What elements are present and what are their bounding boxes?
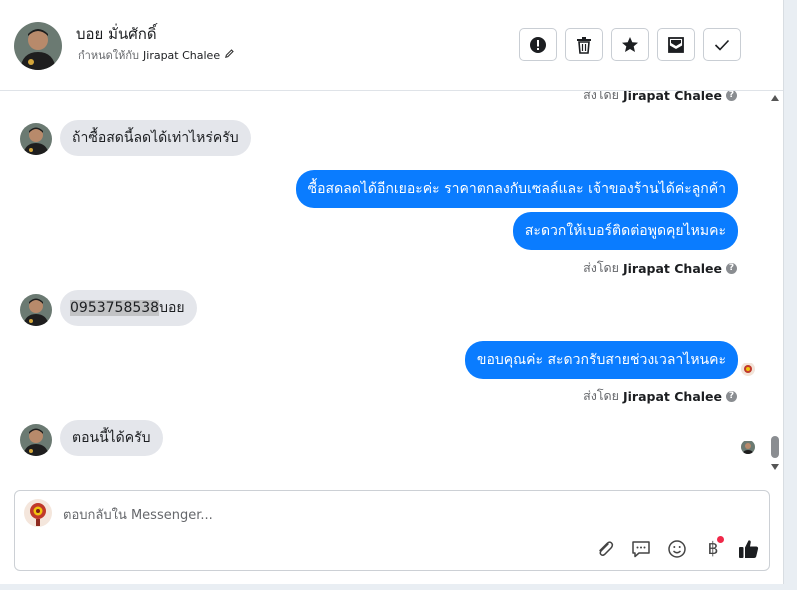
- attach-button[interactable]: [593, 537, 617, 561]
- payment-button[interactable]: ฿: [701, 536, 725, 561]
- sent-by-label: ส่งโดย Jirapat Chalee ?: [583, 258, 737, 278]
- conversation-panel: บอย มั่นศักดิ์ กำหนดให้กับ Jirapat Chale…: [0, 0, 784, 584]
- reply-composer: ฿: [14, 490, 770, 571]
- header-actions: [519, 28, 741, 61]
- baht-icon: ฿: [707, 539, 719, 559]
- assigned-agent: Jirapat Chalee: [143, 48, 221, 62]
- exclamation-circle-icon: [530, 36, 546, 53]
- done-button[interactable]: [703, 28, 741, 61]
- like-button[interactable]: [737, 537, 761, 561]
- outgoing-message[interactable]: สะดวกให้เบอร์ติดต่อพูดคุยไหมคะ: [512, 212, 738, 250]
- help-icon[interactable]: ?: [726, 262, 737, 274]
- contact-avatar-small[interactable]: [20, 294, 52, 326]
- delete-button[interactable]: [565, 28, 603, 61]
- trash-icon: [577, 36, 591, 54]
- conversation-header: บอย มั่นศักดิ์ กำหนดให้กับ Jirapat Chale…: [0, 0, 783, 91]
- notification-dot: [717, 536, 724, 543]
- sent-by-agent: Jirapat Chalee: [623, 91, 722, 103]
- scroll-thumb[interactable]: [771, 436, 779, 458]
- paperclip-icon: [599, 541, 614, 556]
- outgoing-message[interactable]: ซื้อสดลดได้อีกเยอะค่ะ ราคาตกลงกับเซลล์แล…: [295, 170, 738, 208]
- assign-prefix: กำหนดให้กับ: [78, 49, 140, 62]
- sent-by-prefix: ส่งโดย: [583, 388, 619, 403]
- incoming-message[interactable]: 0953758538บอย: [60, 290, 197, 326]
- incoming-message[interactable]: ตอนนี้ได้ครับ: [60, 420, 163, 456]
- agent-seen-avatar: [741, 362, 755, 376]
- emoji-button[interactable]: [665, 537, 689, 561]
- contact-avatar-small[interactable]: [20, 424, 52, 456]
- outgoing-message[interactable]: ขอบคุณค่ะ สะดวกรับสายช่วงเวลาไหนคะ: [464, 341, 738, 379]
- sent-by-label: ส่งโดย Jirapat Chalee ?: [583, 91, 737, 105]
- incoming-message[interactable]: ถ้าซื้อสดนี้ลดได้เท่าไหร่ครับ: [60, 120, 251, 156]
- star-icon: [622, 36, 638, 52]
- envelope-icon: [668, 36, 684, 53]
- phone-number[interactable]: 0953758538: [70, 300, 160, 316]
- thumbs-up-icon: [739, 540, 759, 558]
- message-scrollbar[interactable]: [768, 91, 782, 476]
- sent-by-label: ส่งโดย Jirapat Chalee ?: [583, 386, 737, 406]
- composer-tools: ฿: [593, 536, 761, 561]
- assignment-info: กำหนดให้กับ Jirapat Chalee: [78, 46, 235, 64]
- help-icon[interactable]: ?: [726, 91, 737, 101]
- contact-avatar-small[interactable]: [20, 123, 52, 155]
- scroll-up-icon[interactable]: [771, 95, 779, 101]
- sent-by-prefix: ส่งโดย: [583, 260, 619, 275]
- reply-input[interactable]: [63, 505, 713, 525]
- star-button[interactable]: [611, 28, 649, 61]
- sent-by-agent: Jirapat Chalee: [623, 388, 722, 404]
- message-list[interactable]: ส่งโดย Jirapat Chalee ? ถ้าซื้อสดนี้ลดได…: [0, 91, 766, 481]
- scroll-down-icon[interactable]: [771, 464, 779, 470]
- chat-bubble-icon: [632, 541, 650, 558]
- sent-by-agent: Jirapat Chalee: [623, 260, 722, 276]
- message-text: บอย: [159, 300, 185, 316]
- check-icon: [714, 39, 730, 51]
- smiley-icon: [668, 540, 686, 558]
- pencil-icon[interactable]: [224, 48, 235, 62]
- agent-avatar: [24, 499, 52, 527]
- help-icon[interactable]: ?: [726, 390, 737, 402]
- mark-unread-button[interactable]: [657, 28, 695, 61]
- contact-seen-avatar: [741, 440, 755, 454]
- contact-avatar[interactable]: [14, 22, 62, 70]
- sent-by-prefix: ส่งโดย: [583, 91, 619, 102]
- contact-name: บอย มั่นศักดิ์: [76, 25, 157, 43]
- report-button[interactable]: [519, 28, 557, 61]
- saved-replies-button[interactable]: [629, 537, 653, 561]
